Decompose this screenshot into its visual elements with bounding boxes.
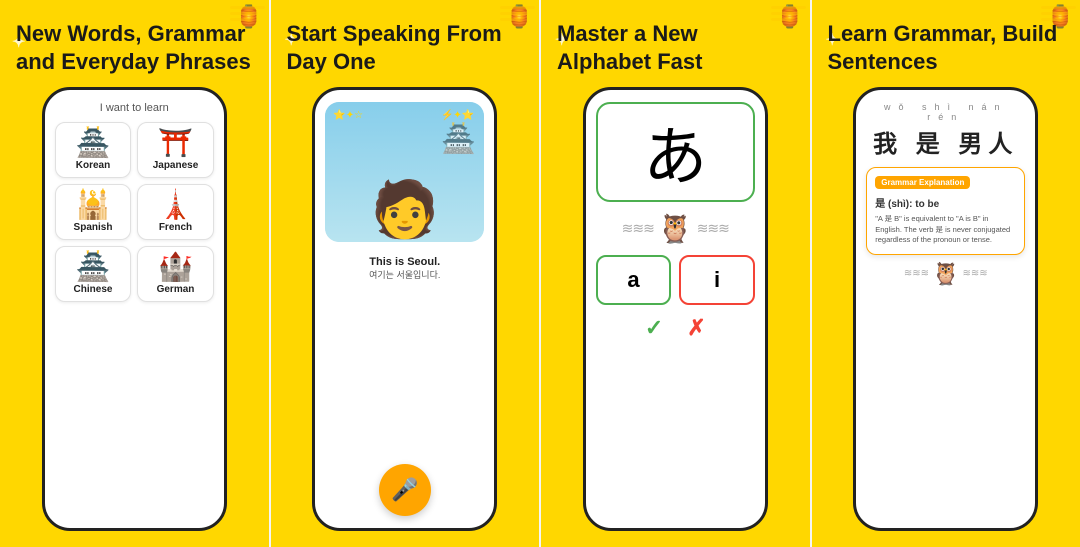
panel-alphabet: ✦ 🏮 Master a New Alphabet Fast あ ≋≋≋ 🦉 ≋… xyxy=(541,0,812,547)
pinyin-text: wǒ shì nán rén xyxy=(866,102,1025,122)
lang-card-spanish[interactable]: 🕌 Spanish xyxy=(55,184,132,240)
grammar-header: Grammar Explanation xyxy=(875,176,970,189)
grammar-desc: "A 是 B" is equivalent to "A is B" in Eng… xyxy=(875,214,1016,246)
person-figure: 🧑 xyxy=(371,177,439,242)
owl-audio-bottom: ≋≋≋ 🦉 ≋≋≋ xyxy=(904,261,988,287)
mic-button[interactable]: 🎤 xyxy=(379,464,431,516)
wave-right-sm: ≋≋≋ xyxy=(962,268,987,279)
owl-audio-row: ≋≋≋ 🦉 ≋≋≋ xyxy=(622,212,729,245)
german-label: German xyxy=(157,284,195,295)
korean-label: Korean xyxy=(76,160,110,171)
panel-speaking: ✦ 🏮 Start Speaking From Day One ⭐✦☆ ⚡✦⭐ … xyxy=(271,0,542,547)
lang-card-chinese[interactable]: 🏯 Chinese xyxy=(55,246,132,302)
panel3-phone: あ ≋≋≋ 🦉 ≋≋≋ a i ✓ ✗ xyxy=(583,87,768,531)
hiragana-char: あ xyxy=(643,106,707,198)
answer-choices: a i xyxy=(596,255,755,305)
panel-words: ✦ 🏮 New Words, Grammar and Everyday Phra… xyxy=(0,0,271,547)
speech-bubble: This is Seoul. 여기는 서울입니다. xyxy=(325,250,484,287)
lang-card-korean[interactable]: 🏯 Korean xyxy=(55,122,132,178)
chinese-phrase-area: wǒ shì nán rén 我 是 男人 xyxy=(866,102,1025,159)
mic-icon: 🎤 xyxy=(391,477,418,503)
learn-label: I want to learn xyxy=(100,102,169,114)
owl-icon: 🦉 xyxy=(658,212,693,245)
chinese-icon: 🏯 xyxy=(76,253,111,281)
feedback-row: ✓ ✗ xyxy=(645,315,706,341)
speech-sub: 여기는 서울입니다. xyxy=(335,268,474,281)
owl-icon-sm: 🦉 xyxy=(932,261,959,287)
panel2-title: Start Speaking From Day One xyxy=(287,20,524,75)
panel2-phone: ⭐✦☆ ⚡✦⭐ 🧑 🏯 This is Seoul. 여기는 서울입니다. 🎤 xyxy=(312,87,497,531)
panel-grammar: ✦ 🏮 Learn Grammar, Build Sentences wǒ sh… xyxy=(812,0,1080,547)
lang-card-japanese[interactable]: ⛩️ Japanese xyxy=(137,122,214,178)
check-icon: ✓ xyxy=(645,315,663,341)
panel1-phone: I want to learn 🏯 Korean ⛩️ Japanese 🕌 S… xyxy=(42,87,227,531)
wave-right: ≋≋≋ xyxy=(697,220,729,237)
deco-star: ⭐✦☆ xyxy=(333,110,363,121)
grammar-box: Grammar Explanation 是 (shì): to be "A 是 … xyxy=(866,167,1025,255)
spanish-label: Spanish xyxy=(74,222,113,233)
lang-card-french[interactable]: 🗼 French xyxy=(137,184,214,240)
panel3-title: Master a New Alphabet Fast xyxy=(557,20,794,75)
wave-left: ≋≋≋ xyxy=(622,220,654,237)
chinese-label: Chinese xyxy=(74,284,113,295)
german-icon: 🏰 xyxy=(158,253,193,281)
panel4-phone: wǒ shì nán rén 我 是 男人 Grammar Explanatio… xyxy=(853,87,1038,531)
wave-left-sm: ≋≋≋ xyxy=(904,268,929,279)
lang-card-german[interactable]: 🏰 German xyxy=(137,246,214,302)
grammar-title: 是 (shì): to be xyxy=(875,195,1016,210)
deco-waves-2 xyxy=(500,6,535,21)
panel1-title: New Words, Grammar and Everyday Phrases xyxy=(16,20,253,75)
alphabet-display: あ xyxy=(596,102,755,202)
temple-icon: 🏯 xyxy=(441,122,476,155)
panel4-title: Learn Grammar, Build Sentences xyxy=(828,20,1065,75)
answer-a[interactable]: a xyxy=(596,255,672,305)
french-icon: 🗼 xyxy=(158,191,193,219)
mic-area: 🎤 xyxy=(379,291,431,516)
korean-icon: 🏯 xyxy=(76,129,111,157)
spanish-icon: 🕌 xyxy=(76,191,111,219)
answer-i[interactable]: i xyxy=(679,255,755,305)
answer-i-text: i xyxy=(714,267,720,293)
japanese-label: Japanese xyxy=(153,160,199,171)
deco-waves-1 xyxy=(230,6,265,21)
deco-waves-4 xyxy=(1041,6,1076,21)
deco-waves-3 xyxy=(771,6,806,21)
deco-star-right: ⚡✦⭐ xyxy=(441,110,474,121)
answer-a-text: a xyxy=(627,267,639,293)
hanzi-text: 我 是 男人 xyxy=(866,124,1025,159)
language-grid: 🏯 Korean ⛩️ Japanese 🕌 Spanish 🗼 French … xyxy=(55,122,214,302)
japanese-icon: ⛩️ xyxy=(158,129,193,157)
speech-text: This is Seoul. xyxy=(335,256,474,268)
cross-icon: ✗ xyxy=(687,315,705,341)
french-label: French xyxy=(159,222,192,233)
speech-scene: ⭐✦☆ ⚡✦⭐ 🧑 🏯 xyxy=(325,102,484,242)
